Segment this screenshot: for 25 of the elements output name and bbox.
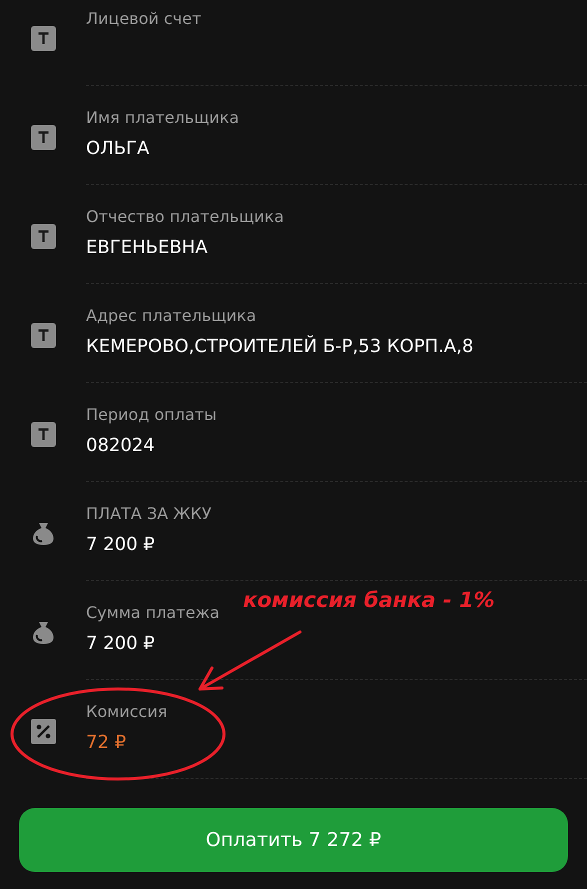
- field-label: ПЛАТА ЗА ЖКУ: [86, 503, 212, 525]
- field-value: ЕВГЕНЬЕВНА: [86, 236, 208, 260]
- field-label: Лицевой счет: [86, 8, 202, 30]
- text-field-icon: [31, 422, 56, 447]
- field-value: КЕМЕРОВО,СТРОИТЕЛЕЙ Б-Р,53 КОРП.А,8: [86, 335, 474, 359]
- pay-button[interactable]: Оплатить 7 272 ₽: [19, 808, 568, 872]
- field-value: 082024: [86, 434, 155, 458]
- field-label: Имя плательщика: [86, 107, 239, 129]
- text-field-icon: [31, 26, 56, 51]
- field-value: 72 ₽: [86, 731, 126, 755]
- field-label: Адрес плательщика: [86, 305, 256, 327]
- annotation-text: комиссия банка - 1%: [243, 587, 495, 614]
- money-bag-icon: [31, 620, 56, 645]
- text-field-icon: [31, 224, 56, 249]
- field-label: Сумма платежа: [86, 602, 220, 624]
- text-field-icon: [31, 125, 56, 150]
- field-value: ОЛЬГА: [86, 137, 150, 161]
- money-bag-icon: [31, 521, 56, 546]
- field-label: Период оплаты: [86, 404, 217, 426]
- field-label: Комиссия: [86, 701, 168, 723]
- field-label: Отчество плательщика: [86, 206, 284, 228]
- field-value: 7 200 ₽: [86, 632, 155, 656]
- percent-icon: [31, 719, 56, 744]
- field-value: 7 200 ₽: [86, 533, 155, 557]
- text-field-icon: [31, 323, 56, 348]
